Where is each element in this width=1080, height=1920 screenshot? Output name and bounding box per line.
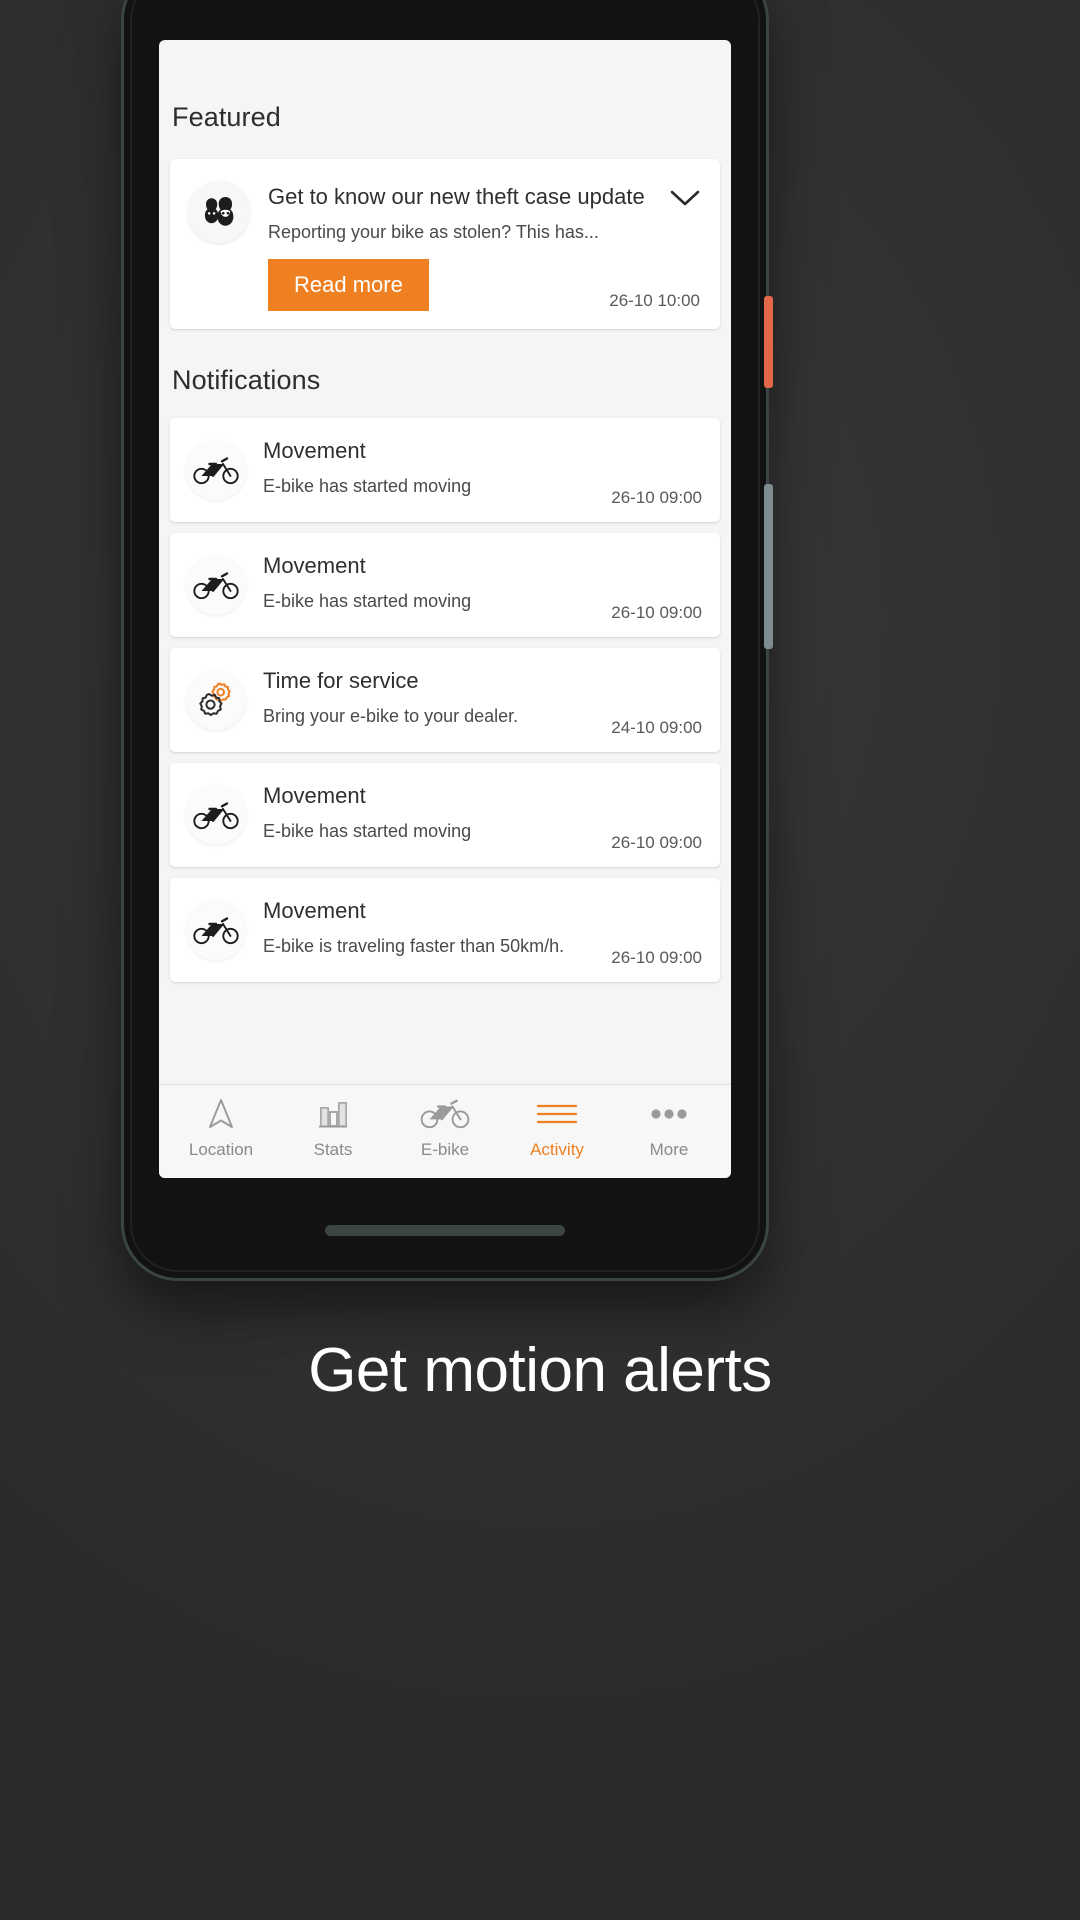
tab-more[interactable]: More (613, 1097, 725, 1160)
tab-activity[interactable]: Activity (501, 1097, 613, 1160)
bicycle-icon (186, 554, 246, 615)
list-lines-icon (535, 1097, 579, 1131)
notification-title: Movement (263, 782, 366, 808)
tab-label: E-bike (420, 1140, 470, 1159)
bottom-tab-bar: Location Stats E-bike Activity More (159, 1084, 731, 1178)
gears-icon (186, 669, 246, 730)
home-indicator[interactable] (325, 1225, 565, 1236)
featured-timestamp: 26-10 10:00 (609, 290, 700, 310)
notification-row[interactable]: Time for service Bring your e-bike to yo… (170, 647, 720, 752)
notification-timestamp: 26-10 09:00 (611, 487, 702, 507)
notifications-list: Movement E-bike has started moving 26-10… (159, 417, 731, 982)
phone-device-frame: Featured Get to know our new theft case … (124, 0, 773, 1278)
notification-row[interactable]: Movement E-bike has started moving 26-10… (170, 532, 720, 637)
notification-timestamp: 26-10 09:00 (611, 947, 702, 967)
ellipsis-icon (647, 1097, 691, 1131)
notification-row[interactable]: Movement E-bike has started moving 26-10… (170, 762, 720, 867)
tab-label: Activity (530, 1140, 584, 1159)
tab-stats[interactable]: Stats (277, 1097, 389, 1160)
read-more-button[interactable]: Read more (268, 258, 429, 311)
bicycle-icon (186, 439, 246, 500)
featured-section-title: Featured (172, 102, 281, 132)
tab-label: Stats (313, 1140, 353, 1159)
notification-timestamp: 26-10 09:00 (611, 832, 702, 852)
notification-timestamp: 24-10 09:00 (611, 717, 702, 737)
notification-title: Movement (263, 437, 366, 463)
notification-title: Movement (263, 552, 366, 578)
bicycle-icon (186, 784, 246, 845)
navigation-arrow-icon (204, 1097, 238, 1131)
notification-timestamp: 26-10 09:00 (611, 602, 702, 622)
notification-title: Movement (263, 897, 366, 923)
notification-row[interactable]: Movement E-bike is traveling faster than… (170, 877, 720, 982)
power-button[interactable] (764, 296, 773, 388)
chevron-down-icon[interactable] (670, 189, 700, 207)
volume-button[interactable] (764, 484, 773, 649)
bicycle-icon (186, 899, 246, 960)
featured-card[interactable]: Get to know our new theft case update Re… (170, 159, 720, 329)
scroll-content[interactable]: Featured Get to know our new theft case … (159, 40, 731, 1084)
bicycle-icon (419, 1097, 471, 1131)
notifications-section-title: Notifications (172, 364, 321, 395)
featured-subtitle: Reporting your bike as stolen? This has.… (268, 221, 599, 242)
tab-label: Location (188, 1140, 254, 1159)
tab-label: More (649, 1140, 689, 1159)
app-screen: Featured Get to know our new theft case … (159, 40, 731, 1178)
notification-row[interactable]: Movement E-bike has started moving 26-10… (170, 417, 720, 522)
marketing-caption: Get motion alerts (308, 1336, 772, 1405)
notification-title: Time for service (263, 667, 419, 693)
tab-ebike[interactable]: E-bike (389, 1097, 501, 1160)
tab-location[interactable]: Location (165, 1097, 277, 1160)
two-people-icon (188, 181, 250, 243)
featured-title: Get to know our new theft case update (268, 184, 645, 209)
bar-chart-icon (316, 1097, 350, 1131)
